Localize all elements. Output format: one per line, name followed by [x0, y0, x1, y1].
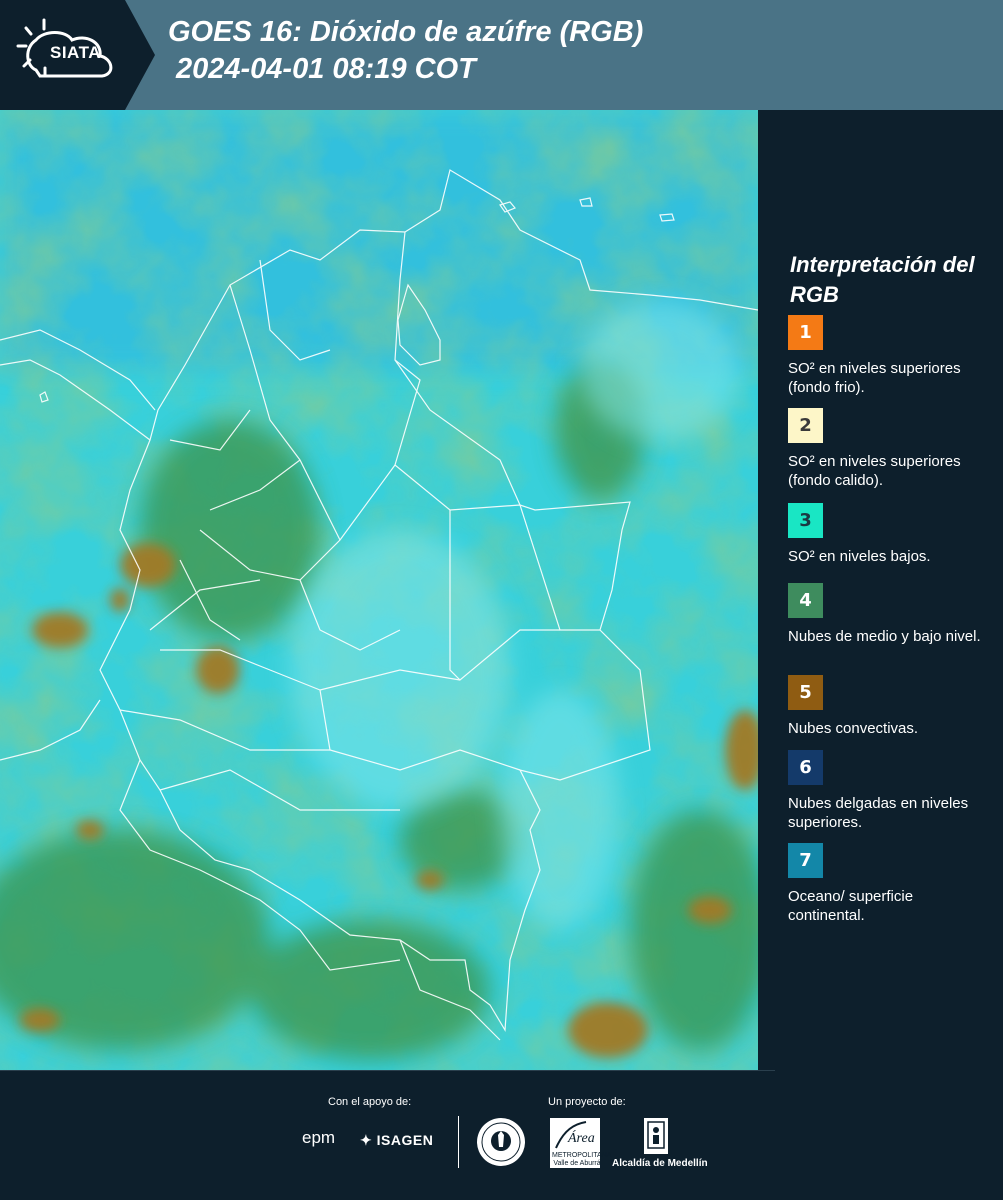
area-metropolitana-subtitle: METROPOLITANA Valle de Aburrá	[552, 1152, 612, 1167]
siata-logo[interactable]: SIATA	[0, 0, 155, 110]
project-label: Un proyecto de:	[548, 1096, 626, 1108]
legend-item: 3 SO² en niveles bajos.	[788, 503, 993, 566]
legend-swatch: 6	[788, 750, 823, 785]
legend-swatch: 4	[788, 583, 823, 618]
area-logo-name: Área	[567, 1129, 595, 1146]
page-title: GOES 16: Dióxido de azúfre (RGB)	[168, 16, 644, 48]
header-bar: SIATA GOES 16: Dióxido de azúfre (RGB) 2…	[0, 0, 1003, 110]
medellin-seal-icon[interactable]	[476, 1117, 526, 1172]
legend-label: Nubes delgadas en niveles superiores.	[788, 795, 969, 831]
footer-divider	[0, 1070, 775, 1071]
timestamp: 2024-04-01 08:19 COT	[176, 53, 476, 85]
legend-item: 7 Oceano/ superficie continental.	[788, 843, 993, 925]
legend-swatch: 5	[788, 675, 823, 710]
isagen-text: ISAGEN	[376, 1132, 434, 1148]
legend-item: 6 Nubes delgadas en niveles superiores.	[788, 750, 993, 832]
alcaldia-shield-icon	[644, 1118, 668, 1154]
logo-divider	[458, 1116, 459, 1168]
legend-item: 1 SO² en niveles superiores (fondo frio).	[788, 315, 993, 397]
legend-label: SO² en niveles bajos.	[788, 548, 931, 565]
legend-swatch: 2	[788, 408, 823, 443]
legend-label: Oceano/ superficie continental.	[788, 888, 914, 924]
alcaldia-logo[interactable]: Alcaldía de Medellín	[612, 1158, 708, 1169]
legend-label: Nubes convectivas.	[788, 720, 919, 737]
legend-item: 2 SO² en niveles superiores (fondo calido…	[788, 408, 993, 490]
legend-swatch: 7	[788, 843, 823, 878]
legend-label: Nubes de medio y bajo nivel.	[788, 628, 981, 645]
isagen-logo[interactable]: ✦ ISAGEN	[360, 1132, 433, 1149]
footer: Con el apoyo de: Un proyecto de: epm ✦ I…	[0, 1070, 1003, 1200]
legend-swatch: 3	[788, 503, 823, 538]
legend-item: 4 Nubes de medio y bajo nivel.	[788, 583, 993, 646]
legend-title: Interpretación del RGB	[790, 252, 975, 307]
legend-panel: Interpretación del RGB 1 SO² en niveles s…	[760, 110, 1003, 1070]
support-label: Con el apoyo de:	[328, 1096, 412, 1108]
siata-logo-text: SIATA	[50, 43, 101, 62]
legend-item: 5 Nubes convectivas.	[788, 675, 993, 738]
legend-swatch: 1	[788, 315, 823, 350]
legend-label: SO² en niveles superiores (fondo calido)…	[788, 453, 961, 489]
satellite-map[interactable]	[0, 110, 758, 1070]
epm-logo[interactable]: epm	[302, 1128, 335, 1148]
isagen-icon: ✦	[360, 1132, 377, 1148]
legend-label: SO² en niveles superiores (fondo frio).	[788, 360, 961, 396]
